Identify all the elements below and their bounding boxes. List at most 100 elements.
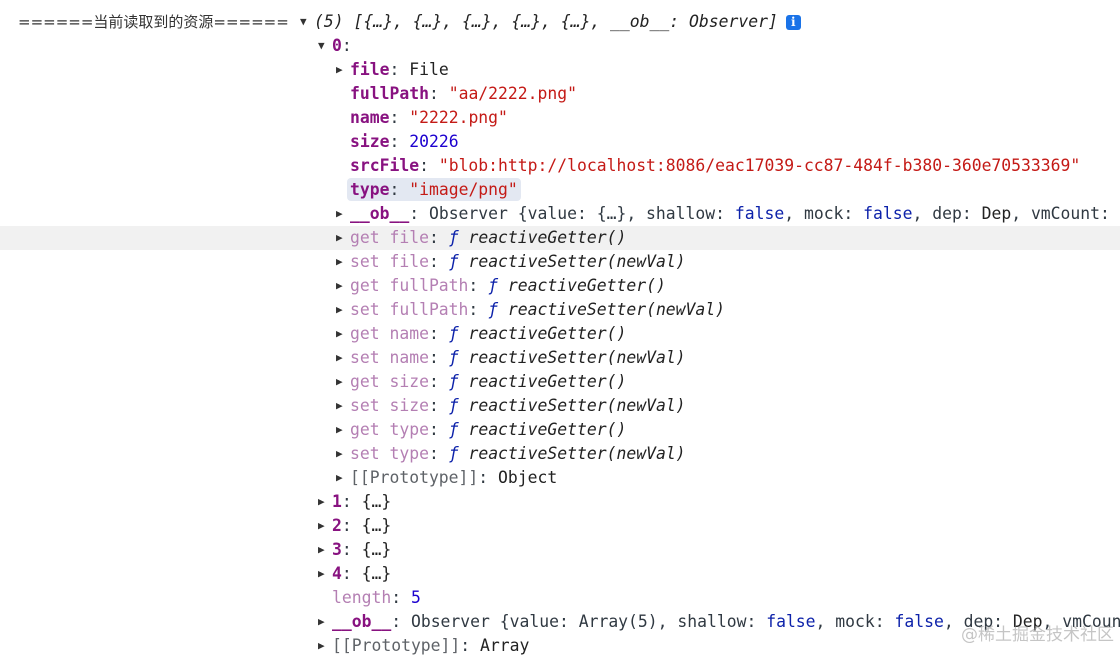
property-key: get name (350, 324, 429, 343)
property-value: ƒ (448, 252, 469, 271)
highlighted-property: type: "image/png" (347, 178, 521, 201)
collapsed-triangle-icon[interactable]: ▶ (336, 274, 348, 298)
console-tree-row[interactable]: ▶ get name: ƒ reactiveGetter() (0, 322, 1120, 346)
console-tree-row[interactable]: ▶ get file: ƒ reactiveGetter() (0, 226, 1120, 250)
row-text: file: File (350, 58, 449, 82)
row-text: set file: ƒ reactiveSetter(newVal) (350, 250, 686, 274)
property-key: 1 (332, 492, 342, 511)
console-tree-row[interactable]: ▶ file: File (0, 58, 1120, 82)
console-tree-row[interactable]: ▶ set name: ƒ reactiveSetter(newVal) (0, 346, 1120, 370)
property-value: : (428, 84, 449, 103)
property-value: 20226 (409, 132, 459, 151)
console-tree-row[interactable]: ▶ 3: {…} (0, 538, 1120, 562)
property-key: file (350, 60, 390, 79)
collapsed-triangle-icon[interactable]: ▶ (336, 418, 348, 442)
property-value: [{…}, {…}, {…}, {…}, {…}, __ob__: Observ… (353, 12, 778, 31)
property-value: : (460, 636, 481, 655)
console-tree-row[interactable]: ▶ get fullPath: ƒ reactiveGetter() (0, 274, 1120, 298)
property-value: : (341, 516, 362, 535)
property-key: get file (350, 228, 429, 247)
console-tree-row[interactable]: ▶ 4: {…} (0, 562, 1120, 586)
console-tree-row[interactable]: ▶ get size: ƒ reactiveGetter() (0, 370, 1120, 394)
property-value: false (894, 612, 944, 631)
row-text: set fullPath: ƒ reactiveSetter(newVal) (350, 298, 725, 322)
property-value: : (341, 540, 362, 559)
console-tree-row[interactable]: ▶ __ob__: Observer {value: {…}, shallow: … (0, 202, 1120, 226)
console-tree-row[interactable]: ▶ set fullPath: ƒ reactiveSetter(newVal) (0, 298, 1120, 322)
console-tree-row[interactable]: ▶ set type: ƒ reactiveSetter(newVal) (0, 442, 1120, 466)
row-text: get size: ƒ reactiveGetter() (350, 370, 626, 394)
property-value: : (468, 300, 489, 319)
console-tree-row[interactable]: ▶ set size: ƒ reactiveSetter(newVal) (0, 394, 1120, 418)
console-tree-row[interactable]: ▶ 1: {…} (0, 490, 1120, 514)
console-tree-row[interactable]: ▶ [[Prototype]]: Array (0, 634, 1120, 658)
console-tree-row[interactable]: ▶ set file: ƒ reactiveSetter(newVal) (0, 250, 1120, 274)
collapsed-triangle-icon[interactable]: ▶ (336, 298, 348, 322)
row-text: 4: {…} (332, 562, 391, 586)
property-value: reactiveGetter() (468, 372, 627, 391)
collapsed-triangle-icon[interactable]: ▶ (318, 610, 330, 634)
row-text: [[Prototype]]: Array (332, 634, 529, 658)
property-value: : Observer {value: {…}, shallow: (409, 204, 735, 223)
row-text: [[Prototype]]: Object (350, 466, 557, 490)
property-key: set fullPath (350, 300, 469, 319)
info-icon[interactable]: i (785, 15, 801, 30)
property-value: : (468, 276, 489, 295)
property-value: , dep: (912, 204, 982, 223)
collapsed-triangle-icon[interactable]: ▶ (336, 370, 348, 394)
console-tree-row[interactable]: ▶ 2: {…} (0, 514, 1120, 538)
property-value: reactiveSetter(newVal) (468, 444, 686, 463)
collapsed-triangle-icon[interactable]: ▶ (336, 394, 348, 418)
collapsed-triangle-icon[interactable]: ▶ (318, 514, 330, 538)
console-tree-row[interactable]: ▶ get type: ƒ reactiveGetter() (0, 418, 1120, 442)
console-tree-row[interactable]: ▶ __ob__: Observer {value: Array(5), shal… (0, 610, 1120, 634)
property-value: : (428, 396, 449, 415)
property-value: (5) (314, 12, 354, 31)
row-text: 1: {…} (332, 490, 391, 514)
collapsed-triangle-icon[interactable]: ▶ (336, 202, 348, 226)
collapsed-triangle-icon[interactable]: ▶ (336, 322, 348, 346)
collapsed-triangle-icon[interactable]: ▶ (336, 250, 348, 274)
collapsed-triangle-icon[interactable]: ▶ (318, 490, 330, 514)
collapsed-triangle-icon[interactable]: ▶ (336, 58, 348, 82)
console-tree-row: fullPath: "aa/2222.png" (0, 82, 1120, 106)
property-value: , vmCount: (1011, 204, 1120, 223)
property-key: set type (350, 444, 429, 463)
property-value: : Observer {value: Array(5), shallow: (391, 612, 767, 631)
property-value: ƒ (488, 300, 508, 319)
collapsed-triangle-icon[interactable]: ▶ (336, 466, 348, 490)
property-key: get type (350, 420, 429, 439)
property-value: : (389, 60, 410, 79)
row-text: get type: ƒ reactiveGetter() (350, 418, 626, 442)
property-value: {…} (361, 492, 392, 511)
row-text: length: 5 (332, 586, 421, 610)
collapsed-triangle-icon[interactable]: ▶ (336, 346, 348, 370)
property-value: ƒ (488, 276, 508, 295)
console-tree-row[interactable]: ▼ (5) [{…}, {…}, {…}, {…}, {…}, __ob__: O… (0, 10, 1120, 34)
property-value: Dep (981, 204, 1012, 223)
property-value: 5 (410, 588, 421, 607)
collapsed-triangle-icon[interactable]: ▶ (336, 226, 348, 250)
property-key: srcFile (350, 156, 420, 175)
console-tree-row[interactable]: ▶ [[Prototype]]: Object (0, 466, 1120, 490)
row-text: 2: {…} (332, 514, 391, 538)
row-text: __ob__: Observer {value: {…}, shallow: f… (350, 202, 1120, 226)
collapsed-triangle-icon[interactable]: ▶ (318, 538, 330, 562)
property-value: ƒ (448, 324, 469, 343)
collapsed-triangle-icon[interactable]: ▶ (336, 442, 348, 466)
property-value: : (428, 252, 449, 271)
console-tree-row[interactable]: ▼ 0: (0, 34, 1120, 58)
expanded-triangle-icon[interactable]: ▼ (318, 34, 330, 58)
expanded-triangle-icon[interactable]: ▼ (300, 10, 312, 34)
property-value: : (428, 420, 449, 439)
collapsed-triangle-icon[interactable]: ▶ (318, 562, 330, 586)
property-key: length (332, 588, 392, 607)
row-text: srcFile: "blob:http://localhost:8086/eac… (350, 154, 1080, 178)
collapsed-triangle-icon[interactable]: ▶ (318, 634, 330, 658)
property-key: type (350, 180, 390, 199)
row-text: get file: ƒ reactiveGetter() (350, 226, 626, 250)
property-value: : (428, 372, 449, 391)
property-value: : (341, 564, 362, 583)
console-tree-row: name: "2222.png" (0, 106, 1120, 130)
property-key: get fullPath (350, 276, 469, 295)
